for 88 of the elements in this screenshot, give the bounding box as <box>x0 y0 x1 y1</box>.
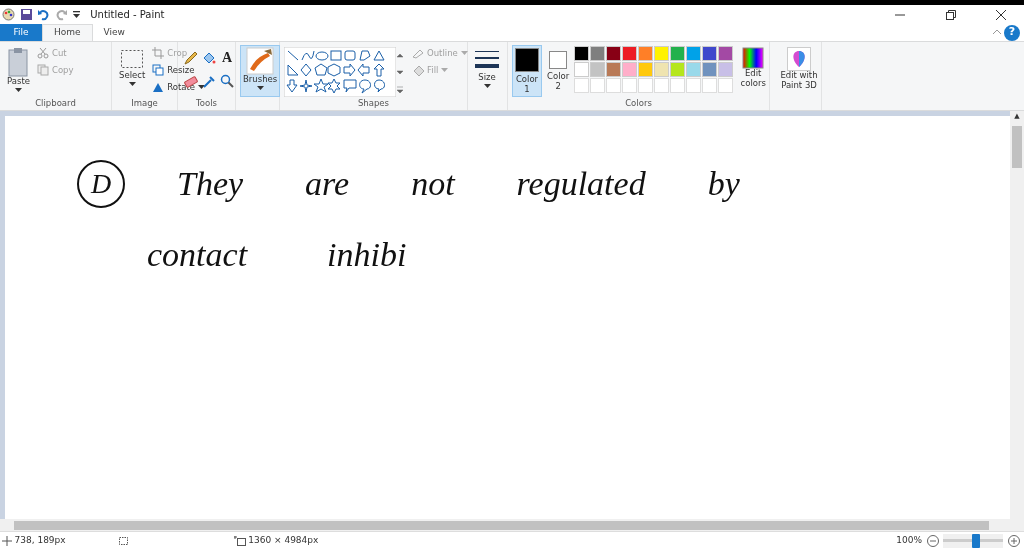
undo-icon[interactable] <box>37 8 51 21</box>
customize-dropdown-icon[interactable] <box>72 8 82 21</box>
image-size-icon <box>234 535 246 546</box>
group-label: Clipboard <box>34 97 77 110</box>
paint-3d-icon <box>787 47 811 71</box>
scroll-thumb[interactable] <box>1012 125 1022 168</box>
outline-icon <box>412 47 424 59</box>
dropdown-arrow-icon <box>14 86 22 93</box>
handwritten-word: They <box>177 167 244 201</box>
copy-icon <box>36 64 49 76</box>
dropdown-arrow-icon <box>441 67 449 73</box>
palette-color[interactable] <box>606 62 622 77</box>
palette-color[interactable] <box>654 46 670 61</box>
dropdown-arrow-icon <box>256 84 264 91</box>
paste-button[interactable]: Paste <box>4 45 33 97</box>
palette-color[interactable] <box>622 62 638 77</box>
text-tool-button[interactable]: A <box>220 51 234 68</box>
handwritten-word: contact <box>147 238 248 272</box>
dropdown-arrow-icon <box>198 84 206 90</box>
brushes-button[interactable]: Brushes <box>240 45 281 97</box>
group-label: Colors <box>624 97 653 110</box>
group-label: Image <box>130 97 159 110</box>
palette-color[interactable] <box>702 46 718 61</box>
scroll-thumb[interactable] <box>14 520 989 530</box>
paint-3d-button[interactable]: Edit with Paint 3D <box>774 45 824 97</box>
fill-icon <box>412 64 424 76</box>
clipboard-icon <box>7 47 30 77</box>
selection-size-icon <box>118 535 129 546</box>
paint-bucket-icon[interactable] <box>202 51 216 65</box>
palette-color[interactable] <box>670 46 686 61</box>
close-icon[interactable] <box>996 9 1006 20</box>
paint-palette-icon[interactable] <box>2 8 16 21</box>
palette-color[interactable] <box>574 62 590 77</box>
select-button[interactable]: Select <box>116 45 149 97</box>
handwritten-word: regulated <box>516 167 646 201</box>
zoom-slider-thumb[interactable] <box>972 533 980 548</box>
ribbon-tab[interactable]: File <box>0 24 42 41</box>
scissors-icon <box>36 47 49 59</box>
handwritten-word: not <box>411 167 455 201</box>
crop-icon <box>152 47 165 59</box>
color-slot-button[interactable]: Color 1 <box>512 45 542 97</box>
palette-color[interactable] <box>590 62 606 77</box>
restore-icon[interactable] <box>945 9 956 20</box>
cursor-position: 738, 189px <box>14 533 66 547</box>
palette-color[interactable] <box>606 46 622 61</box>
image-size: 1360 × 4984px <box>248 533 319 547</box>
dropdown-arrow-icon <box>128 80 136 87</box>
dropdown-arrow-icon <box>460 50 468 56</box>
handwritten-word: by <box>707 167 740 201</box>
palette-color[interactable] <box>718 62 734 77</box>
palette-color[interactable] <box>686 46 702 61</box>
palette-color[interactable] <box>638 46 654 61</box>
zoom-slider-track[interactable] <box>943 533 1003 548</box>
color-picker-icon[interactable] <box>202 74 216 88</box>
palette-color[interactable] <box>590 46 606 61</box>
palette-color[interactable] <box>670 62 686 77</box>
save-icon[interactable] <box>19 8 33 21</box>
color-slot-button[interactable]: Color 2 <box>544 45 573 97</box>
handwritten-word: are <box>305 167 350 201</box>
magnifier-icon[interactable] <box>220 74 234 88</box>
help-button[interactable]: ? <box>1004 24 1020 41</box>
palette-color[interactable] <box>718 46 734 61</box>
zoom-out-icon[interactable] <box>926 534 939 547</box>
palette-color[interactable] <box>622 46 638 61</box>
circled-letter: D <box>77 160 125 208</box>
palette-color[interactable] <box>654 62 670 77</box>
handwritten-word: inhibi <box>327 238 407 272</box>
dropdown-arrow-icon <box>483 82 491 89</box>
palette-color[interactable] <box>574 46 590 61</box>
shapes-gallery[interactable] <box>284 47 396 97</box>
resize-icon <box>152 64 165 76</box>
palette-color[interactable] <box>638 62 654 77</box>
group-label: Shapes <box>356 97 390 110</box>
palette-color[interactable] <box>702 62 718 77</box>
ribbon-tab[interactable]: Home <box>42 24 93 41</box>
palette-color[interactable] <box>686 62 702 77</box>
window-title: Untitled - Paint <box>90 8 165 22</box>
toolbar-button[interactable]: Resize <box>152 62 206 78</box>
cursor-position-icon <box>2 535 13 546</box>
paintbrush-icon <box>246 47 275 75</box>
rotate-icon <box>152 81 165 93</box>
selection-rectangle-icon <box>120 47 145 71</box>
edit-colors-button[interactable]: Edit colors <box>735 45 772 97</box>
group-label: Tools <box>195 97 218 110</box>
size-button[interactable]: Size <box>472 45 502 97</box>
zoom-percentage: 100% <box>896 533 922 547</box>
zoom-in-icon[interactable] <box>1007 534 1020 547</box>
color-spectrum-icon <box>742 47 765 69</box>
